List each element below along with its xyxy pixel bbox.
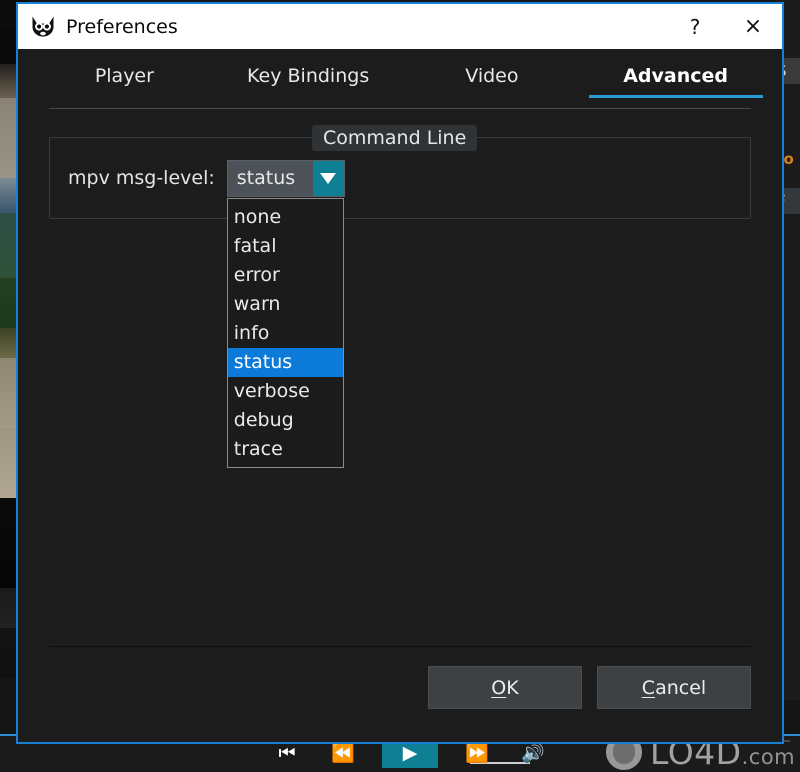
msg-level-label: mpv msg-level: <box>68 167 215 189</box>
group-title: Command Line <box>312 125 478 151</box>
window-title: Preferences <box>66 15 178 38</box>
dropdown-option-warn[interactable]: warn <box>228 290 343 319</box>
footer-buttons: OK Cancel <box>428 666 751 709</box>
ok-rest: K <box>506 676 519 699</box>
cancel-button-label: Cancel <box>642 677 706 699</box>
close-button[interactable]: × <box>724 4 782 49</box>
tab-content-advanced: Command Line mpv msg-level: status none <box>18 109 782 646</box>
dropdown-option-none[interactable]: none <box>228 203 343 232</box>
dialog-footer: OK Cancel <box>18 646 782 742</box>
dropdown-option-verbose[interactable]: verbose <box>228 377 343 406</box>
msg-level-dropdown-list[interactable]: none fatal error warn info status verbos… <box>226 197 344 468</box>
cancel-rest: ancel <box>655 676 707 699</box>
title-bar: Preferences ? × <box>18 4 782 49</box>
dropdown-option-error[interactable]: error <box>228 261 343 290</box>
tab-advanced[interactable]: Advanced <box>584 59 768 98</box>
footer-separator <box>49 646 751 647</box>
msg-level-combobox-wrapper: status none fatal error warn info status <box>226 159 345 468</box>
cancel-button[interactable]: Cancel <box>597 666 751 709</box>
dropdown-option-fatal[interactable]: fatal <box>228 232 343 261</box>
dropdown-option-status[interactable]: status <box>227 347 343 377</box>
chevron-down-icon[interactable] <box>312 160 344 196</box>
title-bar-buttons: ? × <box>666 4 782 49</box>
screen: S fo F ⏮ ⏪ ▶ ⏩ 🔊 LO4D.com <box>0 0 800 772</box>
cancel-mnemonic: C <box>641 676 656 699</box>
dropdown-option-info[interactable]: info <box>228 319 343 348</box>
mpv-cat-logo-icon <box>32 16 54 37</box>
command-line-group: Command Line mpv msg-level: status none <box>49 125 751 468</box>
tab-key-bindings[interactable]: Key Bindings <box>216 59 400 98</box>
ok-button-label: OK <box>491 677 518 699</box>
dropdown-option-debug[interactable]: debug <box>228 406 343 435</box>
tab-bar: Player Key Bindings Video Advanced <box>18 49 782 109</box>
msg-level-combobox[interactable]: status <box>226 159 345 197</box>
preferences-dialog: Preferences ? × Player Key Bindings Vide… <box>16 2 784 744</box>
msg-level-value: status <box>236 167 296 189</box>
ok-mnemonic: O <box>491 676 507 699</box>
tab-video[interactable]: Video <box>400 59 584 98</box>
tab-player[interactable]: Player <box>33 59 217 98</box>
dropdown-option-trace[interactable]: trace <box>228 435 343 464</box>
ok-button[interactable]: OK <box>428 666 582 709</box>
help-button[interactable]: ? <box>666 4 724 49</box>
